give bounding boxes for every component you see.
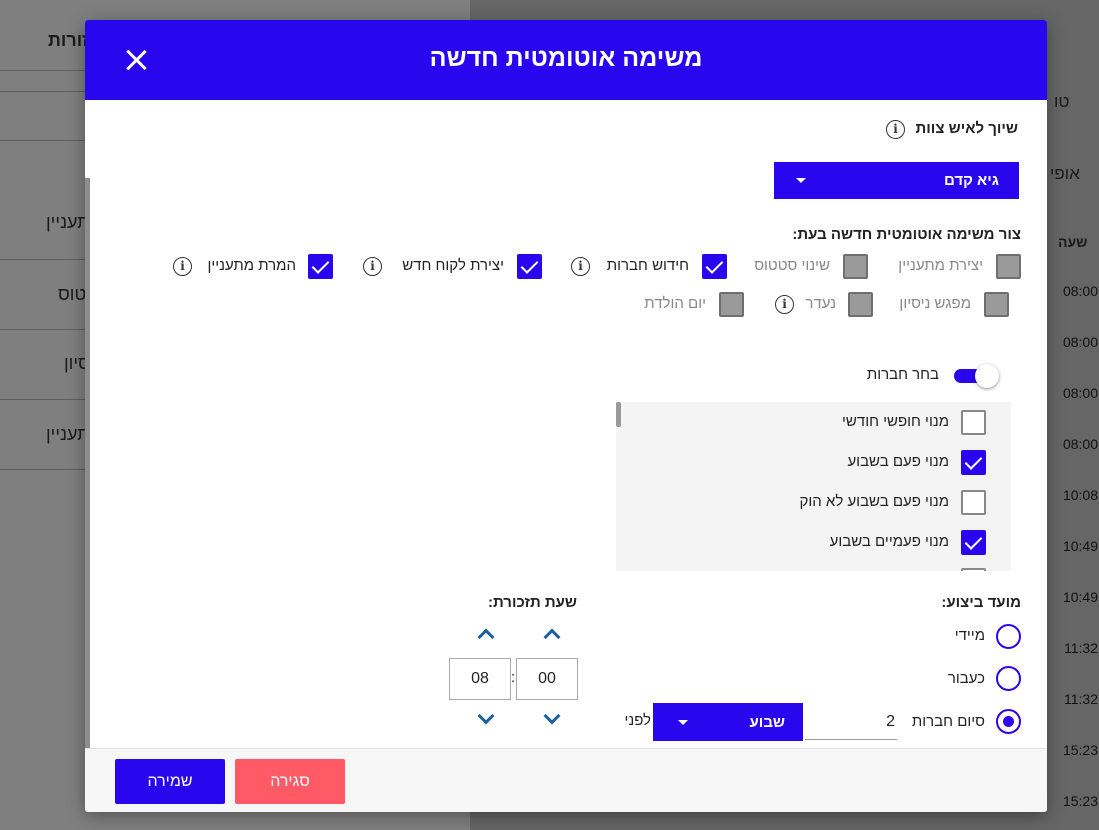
background-row[interactable]: טוס <box>58 284 86 305</box>
execution-radio-membership-end[interactable] <box>996 709 1021 734</box>
background-time: 15:23 <box>1062 742 1098 758</box>
time-separator: : <box>511 669 516 686</box>
background-time: 10:49 <box>1062 538 1098 554</box>
trigger-checkbox-absent[interactable] <box>848 292 873 317</box>
execution-time-label: מועד ביצוע: <box>941 594 1021 611</box>
membership-checkbox[interactable] <box>961 530 986 555</box>
background-time: 08:00 <box>1062 334 1098 350</box>
background-time: 15:23 <box>1062 793 1098 809</box>
modal-footer: שמירה סגירה <box>85 748 1047 812</box>
trigger-label: נעדר <box>805 295 836 312</box>
execution-radio-immediate[interactable] <box>996 624 1021 649</box>
info-icon[interactable]: i <box>571 257 590 276</box>
background-time: 08:00 <box>1062 385 1098 401</box>
membership-label: מנוי פעם בשבוע <box>847 453 949 470</box>
trigger-checkbox-trial-meeting[interactable] <box>984 292 1009 317</box>
trigger-checkbox-new-customer[interactable] <box>517 254 542 279</box>
background-time: 10:08 <box>1062 487 1098 503</box>
assign-staff-label: שיוך לאיש צוות <box>915 120 1018 137</box>
staff-dropdown[interactable]: גיא קדם <box>774 162 1019 199</box>
trigger-label: חידוש חברות <box>606 257 689 274</box>
membership-label: מנוי פעם בשבוע לא הוק <box>799 493 950 510</box>
modal-header: משימה אוטומטית חדשה <box>85 20 1047 100</box>
membership-label: מנוי פעמיים בשבוע <box>829 533 949 550</box>
modal-scrollbar[interactable] <box>85 178 90 748</box>
background-time: 11:32 <box>1064 640 1098 656</box>
background-col-header: שעה <box>1058 234 1088 250</box>
reminder-minutes-input[interactable] <box>516 658 578 700</box>
execution-unit-value: שבוע <box>749 714 785 731</box>
new-auto-task-modal: משימה אוטומטית חדשה שיוך לאיש צוות i גיא… <box>85 20 1047 812</box>
staff-dropdown-value: גיא קדם <box>943 172 999 189</box>
info-icon[interactable]: i <box>363 257 382 276</box>
trigger-label: שינוי סטטוס <box>754 257 830 274</box>
membership-checkbox[interactable] <box>961 450 986 475</box>
chevron-down-icon <box>678 720 688 725</box>
modal-body: שיוך לאיש צוות i גיא קדם צור משימה אוטומ… <box>85 100 1047 748</box>
reminder-hours-input[interactable] <box>449 658 511 700</box>
trigger-label: יצירת לקוח חדש <box>402 257 504 274</box>
background-row[interactable]: תעניין <box>46 212 90 233</box>
membership-checkbox[interactable] <box>961 490 986 515</box>
hours-up-chevron-icon[interactable] <box>477 628 495 646</box>
list-scrollbar[interactable] <box>616 402 621 427</box>
trigger-checkbox-membership-renewal[interactable] <box>702 254 727 279</box>
close-button[interactable]: סגירה <box>235 759 345 804</box>
trigger-label: המרת מתעניין <box>207 257 296 274</box>
background-header-fragment: טו <box>1054 92 1070 111</box>
execution-option-label: סיום חברות <box>911 713 985 730</box>
background-row[interactable]: תעניין <box>46 424 90 445</box>
execution-amount-input[interactable] <box>805 704 897 740</box>
trigger-label: יום הולדת <box>644 295 706 312</box>
trigger-checkbox-birthday[interactable] <box>719 292 744 317</box>
execution-unit-dropdown[interactable]: שבוע <box>653 703 803 741</box>
execution-radio-after[interactable] <box>996 666 1021 691</box>
modal-title: משימה אוטומטית חדשה <box>429 44 703 72</box>
background-time: 10:49 <box>1062 589 1098 605</box>
membership-checkbox[interactable] <box>961 568 986 571</box>
toggle-thumb[interactable] <box>975 364 999 388</box>
membership-checkbox[interactable] <box>961 410 986 435</box>
background-tab-fragment[interactable]: אופי <box>1050 164 1080 184</box>
reminder-time-label: שעת תזכורת: <box>487 594 577 611</box>
create-when-label: צור משימה אוטומטית חדשה בעת: <box>792 226 1021 243</box>
minutes-down-chevron-icon[interactable] <box>543 707 561 725</box>
info-icon[interactable]: i <box>886 120 905 139</box>
trigger-label: מפגש ניסיון <box>899 295 971 312</box>
background-time: 08:00 <box>1062 283 1098 299</box>
trigger-label: יצירת מתעניין <box>898 257 983 274</box>
trigger-checkbox-lead-conversion[interactable] <box>308 254 333 279</box>
info-icon[interactable]: i <box>173 257 192 276</box>
chevron-down-icon <box>796 178 806 183</box>
trigger-checkbox-status-change[interactable] <box>843 254 868 279</box>
background-time: 08:00 <box>1062 436 1098 452</box>
before-label: לפני <box>624 712 651 729</box>
execution-option-label: מיידי <box>954 627 985 644</box>
close-icon[interactable] <box>123 47 149 73</box>
trigger-checkbox-create-lead[interactable] <box>996 254 1021 279</box>
membership-label: מנוי חופשי חודשי <box>842 413 949 430</box>
memberships-list: מנוי חופשי חודשי מנוי פעם בשבוע מנוי פעם… <box>616 402 1011 571</box>
background-panel-title: זורות <box>48 30 89 50</box>
select-memberships-label: בחר חברות <box>866 366 939 383</box>
minutes-up-chevron-icon[interactable] <box>543 628 561 646</box>
info-icon[interactable]: i <box>775 295 794 314</box>
hours-down-chevron-icon[interactable] <box>477 707 495 725</box>
save-button[interactable]: שמירה <box>115 759 225 804</box>
background-time: 11:32 <box>1064 691 1098 707</box>
execution-option-label: כעבור <box>947 670 985 687</box>
